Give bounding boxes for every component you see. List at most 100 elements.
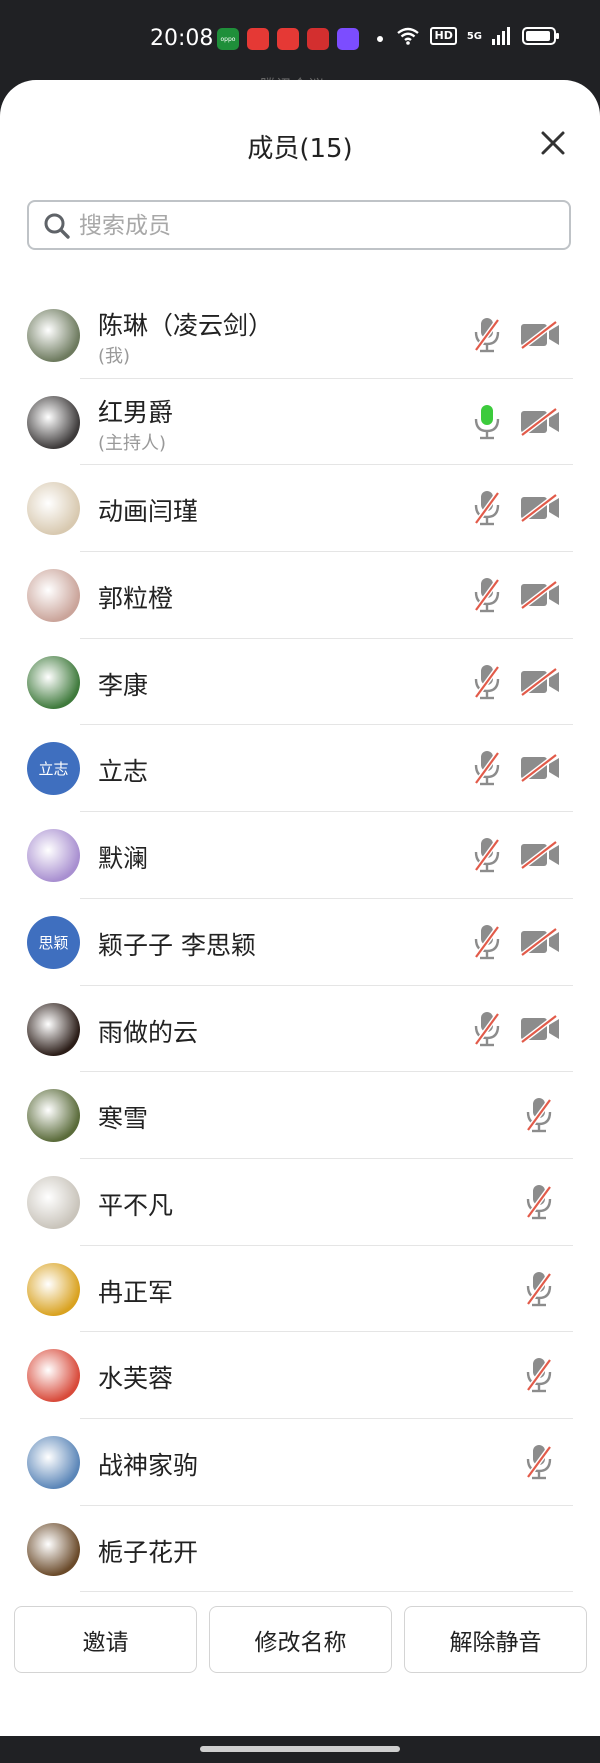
member-row[interactable]: 栀子花开	[0, 1506, 600, 1593]
member-name: 李康	[98, 670, 149, 700]
footer-actions: 邀请 修改名称 解除静音	[0, 1606, 600, 1676]
avatar: 立志	[27, 742, 80, 796]
network-type: 5G	[466, 30, 482, 42]
avatar	[27, 1089, 80, 1143]
member-list: 陈琳（凌云剑） (我) 红男爵 (主持人) 动画闫瑾郭粒橙李康立志 立志默澜思颖 颖子子 李…	[0, 292, 600, 1593]
member-row[interactable]: 思颖 颖子子 李思颖	[0, 899, 600, 986]
member-role: (主持人)	[98, 432, 167, 454]
row-divider	[80, 1591, 573, 1593]
camera-off-icon[interactable]	[520, 926, 560, 960]
camera-off-icon[interactable]	[520, 840, 560, 873]
camera-off-icon[interactable]	[520, 1013, 560, 1047]
avatar	[27, 655, 80, 709]
avatar	[27, 569, 80, 623]
member-name: 动画闫瑾	[98, 497, 199, 527]
microphone-muted-icon[interactable]	[473, 924, 501, 964]
camera-off-icon[interactable]	[520, 493, 560, 526]
avatar-initials: 思颖	[38, 933, 69, 952]
signal-icon	[492, 27, 510, 45]
avatar	[27, 829, 80, 883]
microphone-muted-icon[interactable]	[473, 750, 501, 790]
camera-off-icon[interactable]	[520, 320, 560, 353]
avatar	[27, 1522, 80, 1576]
member-row[interactable]: 李康	[0, 639, 600, 726]
avatar	[27, 309, 80, 362]
microphone-active-icon[interactable]	[474, 404, 500, 444]
avatar	[27, 482, 80, 536]
camera-off-icon[interactable]	[520, 753, 560, 786]
avatar-initials: 立志	[38, 760, 69, 779]
battery-icon	[522, 27, 559, 45]
avatar	[27, 1262, 80, 1316]
avatar	[27, 1349, 80, 1403]
members-panel: 成员(15) 陈琳（凌云剑） (我) 红男爵 (主持人) 动画闫瑾郭粒橙李康立志 立志默澜…	[0, 80, 600, 1736]
member-name: 水芙蓉	[98, 1364, 174, 1394]
search-box[interactable]	[27, 200, 571, 250]
panel-title: 成员(15)	[247, 134, 353, 164]
member-row[interactable]: 平不凡	[0, 1159, 600, 1246]
member-name: 陈琳（凌云剑）	[98, 311, 274, 340]
member-row[interactable]: 冉正军	[0, 1246, 600, 1333]
member-name: 立志	[98, 757, 149, 787]
camera-off-icon[interactable]	[520, 406, 560, 440]
member-name: 颖子子 李思颖	[98, 930, 256, 960]
close-icon[interactable]	[536, 126, 570, 160]
camera-off-icon[interactable]	[520, 580, 560, 613]
member-name: 默澜	[98, 844, 149, 874]
microphone-muted-icon[interactable]	[525, 1357, 553, 1397]
member-name: 红男爵	[98, 397, 174, 427]
microphone-muted-icon[interactable]	[473, 1011, 501, 1051]
microphone-muted-icon[interactable]	[525, 1271, 553, 1311]
member-row[interactable]: 郭粒橙	[0, 552, 600, 639]
invite-button[interactable]: 邀请	[14, 1606, 197, 1673]
member-row[interactable]: 水芙蓉	[0, 1332, 600, 1419]
member-name: 郭粒橙	[98, 584, 174, 614]
avatar	[27, 395, 80, 449]
home-indicator[interactable]	[200, 1746, 400, 1752]
unmute-button[interactable]: 解除静音	[404, 1606, 587, 1673]
member-role: (我)	[98, 346, 131, 367]
wifi-icon	[397, 27, 420, 45]
red-app-icon	[307, 28, 329, 50]
more-notifications-dot	[377, 36, 383, 42]
member-row[interactable]: 战神家驹	[0, 1419, 600, 1506]
microphone-muted-icon[interactable]	[473, 577, 501, 617]
member-name: 战神家驹	[98, 1450, 199, 1480]
member-row[interactable]: 雨做的云	[0, 986, 600, 1073]
video-app-icon	[247, 28, 269, 50]
microphone-muted-icon[interactable]	[473, 317, 501, 357]
shop-app-icon	[277, 28, 299, 50]
rename-button[interactable]: 修改名称	[209, 1606, 392, 1673]
member-row[interactable]: 立志 立志	[0, 725, 600, 813]
navigation-bar	[0, 1736, 600, 1763]
status-bar: 20:08 oppo HD 5G	[0, 0, 600, 80]
microphone-muted-icon[interactable]	[473, 837, 501, 877]
microphone-muted-icon[interactable]	[473, 664, 501, 704]
member-name: 寒雪	[98, 1104, 149, 1134]
member-name: 平不凡	[98, 1190, 174, 1220]
member-name: 冉正军	[98, 1277, 174, 1307]
member-name: 雨做的云	[98, 1017, 199, 1047]
search-input[interactable]	[77, 208, 561, 244]
member-row[interactable]: 陈琳（凌云剑） (我)	[0, 292, 600, 379]
avatar	[27, 1175, 80, 1229]
notification-icons: oppo	[217, 28, 383, 50]
app-icon-label: oppo	[220, 35, 236, 43]
hd-badge: HD	[430, 27, 457, 45]
microphone-muted-icon[interactable]	[525, 1444, 553, 1484]
avatar	[27, 1435, 80, 1489]
member-row[interactable]: 寒雪	[0, 1072, 600, 1159]
member-row[interactable]: 动画闫瑾	[0, 465, 600, 553]
avatar: 思颖	[27, 915, 80, 969]
member-row[interactable]: 红男爵 (主持人)	[0, 379, 600, 466]
member-row[interactable]: 默澜	[0, 812, 600, 899]
microphone-muted-icon[interactable]	[525, 1097, 553, 1137]
camera-off-icon[interactable]	[520, 666, 560, 700]
status-indicators: HD 5G	[396, 26, 560, 46]
member-name: 栀子花开	[98, 1537, 199, 1567]
gallery-app-icon	[337, 28, 359, 50]
microphone-muted-icon[interactable]	[473, 490, 501, 530]
microphone-muted-icon[interactable]	[525, 1184, 553, 1224]
status-time: 20:08	[150, 26, 214, 51]
search-icon	[44, 213, 70, 239]
